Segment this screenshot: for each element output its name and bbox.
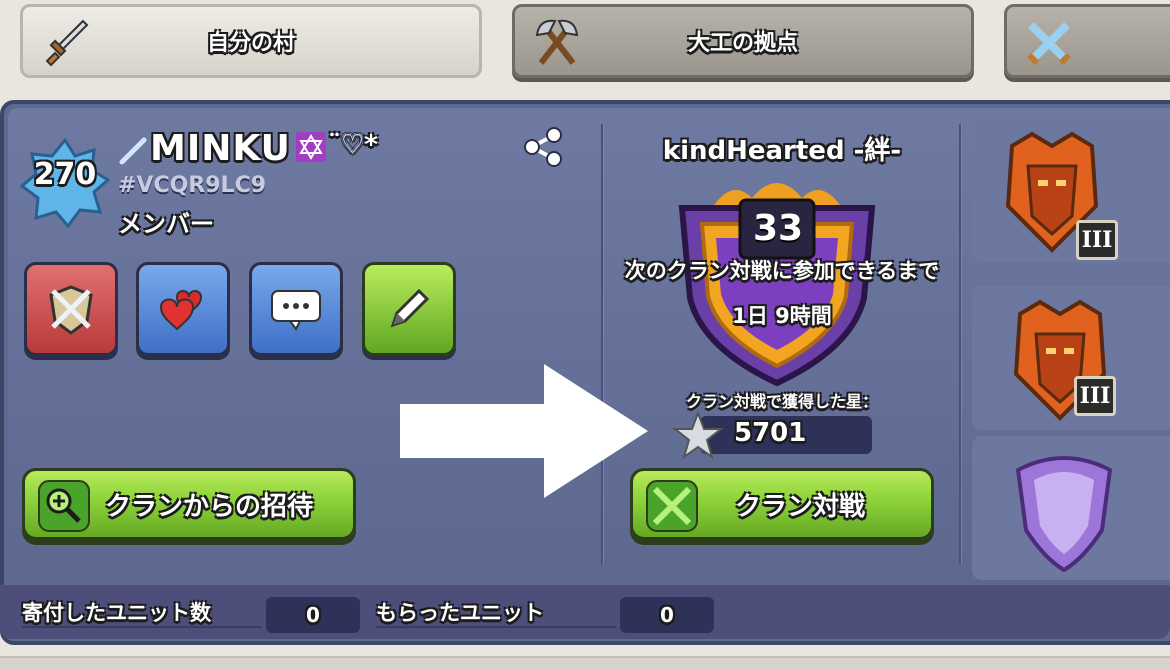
share-icon[interactable] [520, 124, 566, 170]
received-label: もらったユニット [376, 601, 544, 625]
edit-button[interactable] [362, 262, 456, 356]
received-value: 0 [620, 597, 714, 633]
next-panel-edge [0, 656, 1170, 670]
league-rank: III [1074, 376, 1116, 416]
silver-star-icon [672, 410, 724, 460]
shield-swords-icon [49, 285, 93, 335]
clan-invite-label: クランからの招待 [104, 491, 313, 522]
player-tag: #VCQR9LC9 [118, 173, 267, 198]
war-stars-value: 5701 [734, 418, 807, 448]
tab-home-village-label: 自分の村 [206, 31, 295, 56]
stat-underline [376, 626, 616, 628]
player-role: メンバー [118, 210, 214, 238]
chat-bubble-icon [271, 290, 321, 331]
tab-builder-base[interactable]: 大工の拠点 [512, 4, 974, 78]
crossed-swords-icon [646, 480, 698, 532]
pencil-icon [390, 288, 430, 328]
friendly-challenge-button[interactable] [24, 262, 118, 356]
league-rank: III [1076, 220, 1118, 260]
crystal-shield-icon [1015, 456, 1113, 573]
chat-button[interactable] [249, 262, 343, 356]
war-stars-label: クラン対戦で獲得した星： [685, 392, 878, 411]
clan-war-button[interactable]: クラン対戦 [630, 468, 934, 540]
donated-label: 寄付したユニット数 [22, 601, 211, 625]
clan-name: kindHearted -絆- [662, 136, 902, 166]
donated-value: 0 [266, 597, 360, 633]
crossed-axes-icon [535, 19, 579, 65]
clan-invite-button[interactable]: クランからの招待 [22, 468, 356, 540]
magnifier-plus-icon [38, 480, 90, 532]
star-of-david-icon [296, 132, 326, 162]
xp-level: 270 [33, 157, 97, 192]
column-divider [959, 124, 961, 564]
crossed-swords-icon [1026, 22, 1072, 66]
comet-icon [119, 137, 147, 165]
clan-level: 33 [752, 208, 804, 249]
war-wait-time: 1日 9時間 [732, 304, 832, 328]
player-name-decoration: ¨♡* [328, 130, 378, 160]
stat-underline [22, 626, 262, 628]
tab-clan-capital[interactable] [1004, 4, 1170, 78]
war-wait-text: 次のクラン対戦に参加できるまで [624, 259, 940, 283]
tab-home-village[interactable]: 自分の村 [20, 4, 482, 78]
arrow-right-icon [400, 364, 648, 498]
clan-war-label: クラン対戦 [734, 491, 865, 522]
hearts-icon [159, 290, 203, 331]
column-divider [601, 124, 603, 564]
player-name: MINKU [150, 128, 291, 169]
tab-builder-base-label: 大工の拠点 [687, 31, 798, 56]
friend-request-button[interactable] [136, 262, 230, 356]
sword-icon [45, 19, 89, 67]
